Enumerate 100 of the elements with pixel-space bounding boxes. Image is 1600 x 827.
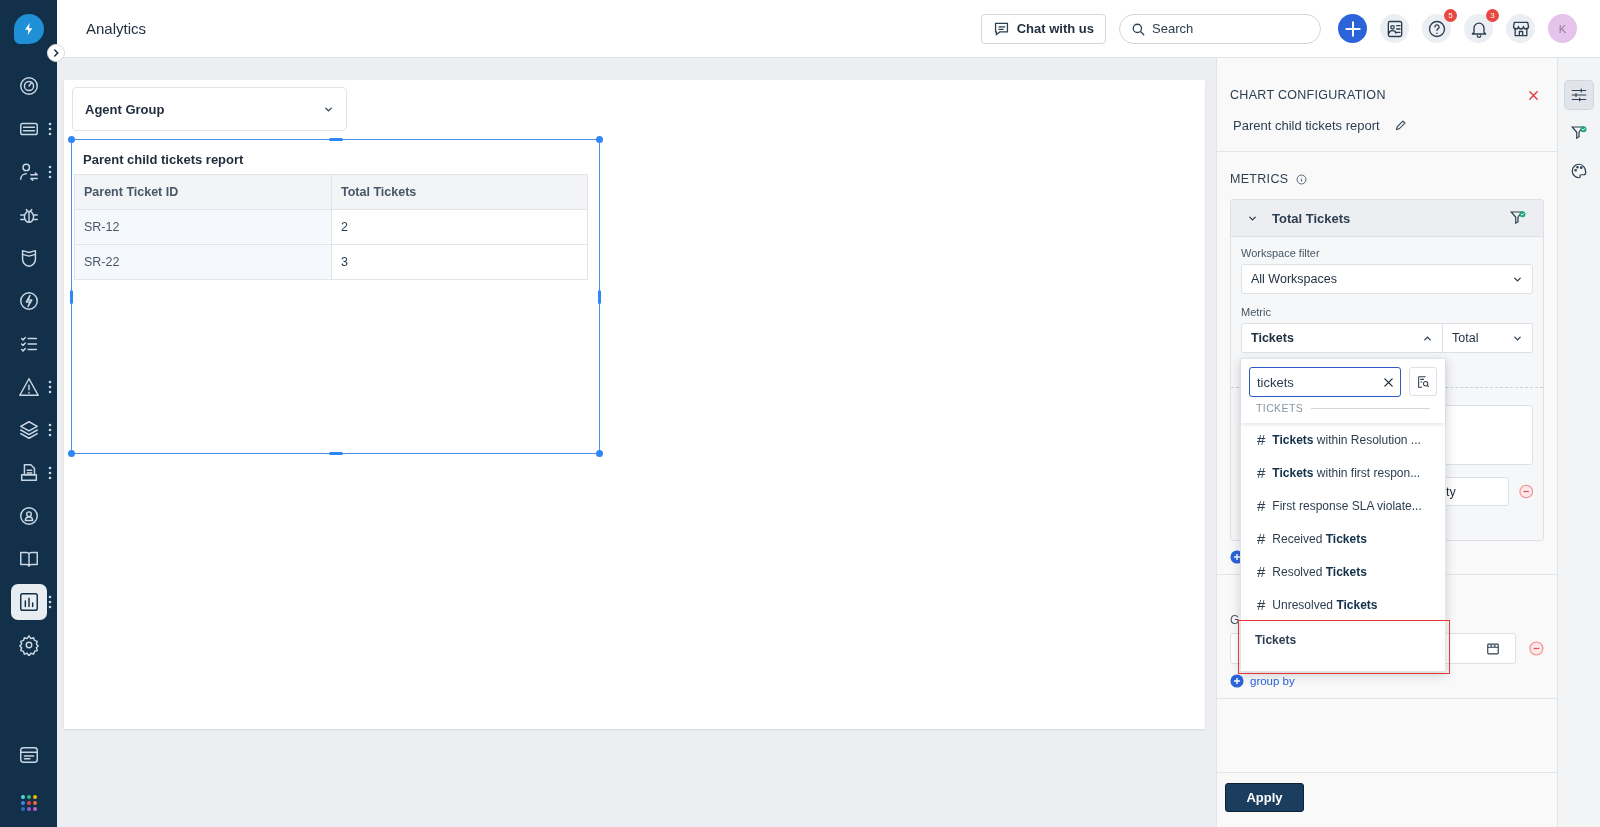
field-label: Metric [1241, 306, 1272, 318]
more-icon[interactable] [48, 595, 52, 609]
resize-handle[interactable] [596, 450, 603, 457]
resize-handle[interactable] [329, 452, 343, 455]
section-title: METRICS [1230, 172, 1289, 186]
metric-title: Total Tickets [1272, 210, 1351, 226]
hash-icon: # [1257, 563, 1266, 580]
sliders-icon [1570, 86, 1588, 104]
help-icon [1426, 18, 1447, 39]
filter-icon [1509, 209, 1527, 227]
option-label: Tickets within Resolution ... [1272, 432, 1421, 447]
toolbar-button[interactable] [1506, 14, 1535, 43]
plus-icon [1342, 18, 1363, 39]
notification-badge: 5 [1444, 9, 1457, 22]
filter-dropdown[interactable]: Agent Group [72, 87, 347, 131]
workspace-select[interactable]: All Workspaces [1241, 264, 1533, 294]
orbit-icon [17, 505, 40, 527]
expand-sidebar-button[interactable] [47, 44, 65, 62]
table-cell: SR-22 [74, 244, 332, 280]
close-button[interactable] [1528, 89, 1539, 101]
dropdown-option[interactable]: # Resolved Tickets [1241, 555, 1445, 588]
dropdown-option[interactable]: # Unresolved Tickets [1241, 588, 1445, 621]
hash-icon: # [1257, 530, 1266, 547]
resize-handle[interactable] [70, 290, 73, 304]
option-label: Unresolved Tickets [1272, 597, 1378, 612]
hash-icon: # [1257, 464, 1266, 481]
panel-title: CHART CONFIGURATION [1230, 88, 1386, 102]
hash-icon: # [1257, 497, 1266, 514]
section-header: TICKETS [1256, 402, 1304, 414]
report-name: Parent child tickets report [1233, 118, 1380, 133]
resize-handle[interactable] [68, 450, 75, 457]
list-search-icon [1416, 374, 1430, 389]
resize-handle[interactable] [329, 138, 343, 141]
more-icon[interactable] [48, 423, 52, 437]
logo-icon[interactable] [13, 14, 44, 44]
dropdown-option[interactable]: # Tickets within Resolution ... [1241, 423, 1445, 456]
metric-select[interactable]: Tickets [1241, 323, 1443, 353]
widget-title: Parent child tickets report [82, 151, 245, 169]
group-by-link[interactable]: group by [1230, 674, 1295, 688]
gauge-icon [17, 75, 40, 97]
more-icon[interactable] [48, 165, 52, 179]
dropdown-option[interactable]: # First response SLA violate... [1241, 489, 1445, 522]
tool-tab[interactable] [1565, 81, 1593, 109]
toolbar-button[interactable] [1380, 14, 1409, 43]
clear-icon[interactable] [1383, 377, 1394, 388]
more-icon[interactable] [48, 380, 52, 394]
chat-button[interactable]: Chat with us [980, 13, 1106, 44]
hash-icon: # [1257, 431, 1266, 448]
bolt-icon [17, 290, 40, 312]
option-label: Received Tickets [1272, 531, 1367, 546]
more-icon[interactable] [48, 122, 52, 136]
warning-icon [17, 376, 40, 398]
section-label: G [1230, 613, 1240, 627]
column-header: Parent Ticket ID [74, 174, 332, 210]
chart-icon [17, 591, 40, 613]
more-icon[interactable] [48, 466, 52, 480]
hash-icon: # [1257, 596, 1266, 613]
palette-icon [1570, 162, 1588, 180]
toolbar-button[interactable] [1464, 14, 1493, 43]
column-header: Total Tickets [331, 174, 588, 210]
aggregation-select[interactable]: Total [1443, 323, 1533, 353]
browser-icon [17, 744, 40, 766]
search-icon [1131, 21, 1146, 37]
add-button[interactable] [1338, 14, 1367, 43]
search-field[interactable]: Search [1119, 13, 1321, 44]
layers-icon [17, 419, 40, 441]
chat-icon [992, 20, 1010, 37]
page-title: Analytics [86, 20, 147, 37]
remove-icon[interactable] [1529, 641, 1544, 656]
add-icon[interactable] [1230, 674, 1244, 688]
dropdown-option[interactable]: Tickets [1241, 623, 1445, 656]
gear-icon [17, 634, 40, 656]
chevron-icon [51, 48, 61, 58]
field-label: Workspace filter [1241, 247, 1321, 259]
search-field[interactable]: tickets [1249, 367, 1401, 397]
resize-handle[interactable] [598, 290, 601, 304]
apply-button[interactable]: Apply [1225, 783, 1304, 812]
table-cell: SR-12 [74, 209, 332, 245]
dropdown-option[interactable]: # Received Tickets [1241, 522, 1445, 555]
option-label: Tickets [1255, 632, 1297, 647]
option-label: Tickets within first respon... [1272, 465, 1421, 480]
dropdown-option[interactable]: # Tickets within first respon... [1241, 456, 1445, 489]
option-label: First response SLA violate... [1272, 498, 1422, 513]
resize-handle[interactable] [68, 136, 75, 143]
people-icon [17, 161, 40, 183]
sidebar-item[interactable] [10, 584, 47, 620]
option-label: Resolved Tickets [1272, 564, 1367, 579]
calendar-icon [1486, 641, 1501, 656]
info-icon[interactable] [1296, 173, 1308, 185]
toolbar-button[interactable] [1422, 14, 1451, 43]
metric-card-header[interactable]: Total Tickets [1231, 200, 1543, 237]
filter-icon [1570, 124, 1588, 142]
remove-icon[interactable] [1518, 484, 1533, 499]
table-cell: 2 [331, 209, 588, 245]
apps-icon [19, 794, 38, 812]
notification-badge: 3 [1486, 9, 1499, 22]
browse-button[interactable] [1409, 367, 1437, 396]
report-widget[interactable]: Parent child tickets report Parent Ticket ID Total Tickets SR-12 2 SR-22 3 [71, 139, 600, 454]
pencil-icon[interactable] [1393, 119, 1407, 132]
resize-handle[interactable] [596, 136, 603, 143]
